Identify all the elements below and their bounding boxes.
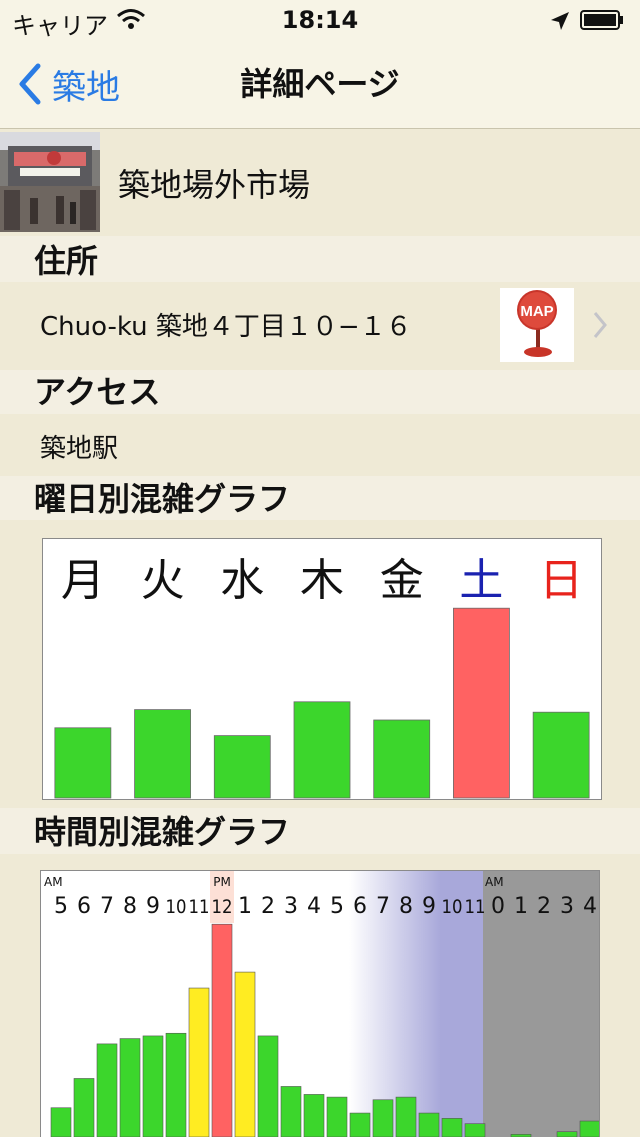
hourly-bar (50, 1107, 72, 1137)
location-arrow-icon (551, 12, 569, 30)
weekday-bar (213, 735, 271, 799)
hourly-label: 5 (54, 894, 68, 919)
weekday-chart: 月火水木金土日 (42, 538, 602, 800)
page-title: 詳細ページ (240, 65, 400, 103)
hourly-label: 3 (560, 894, 574, 919)
battery-icon (580, 10, 623, 30)
hourly-label: 3 (284, 894, 298, 919)
chevron-right-icon (593, 312, 607, 338)
place-header: 築地場外市場 (0, 130, 640, 234)
weekday-chart-svg: 月火水木金土日 (54, 555, 590, 799)
hourly-label: 7 (100, 894, 114, 919)
access-cell: 築地駅 (0, 414, 640, 474)
weekday-bar (373, 719, 431, 799)
weekday-label: 木 (300, 555, 344, 606)
period-label-am: AM (44, 875, 63, 889)
hourly-bar (395, 1096, 417, 1137)
weekday-label: 水 (220, 555, 264, 606)
weekday-bar (453, 607, 510, 799)
access-text: 築地駅 (40, 434, 119, 464)
hourly-label: 1 (238, 894, 252, 919)
hourly-label: 12 (212, 896, 233, 918)
hourly-label: 0 (491, 894, 505, 919)
hourly-bar (556, 1131, 578, 1137)
hourly-bar (303, 1094, 325, 1137)
hourly-bar (418, 1112, 440, 1137)
hourly-label: 7 (376, 894, 390, 919)
hourly-label: 2 (537, 894, 551, 919)
section-header-hourly: 時間別混雑グラフ (0, 808, 640, 854)
weekday-bar (293, 701, 351, 799)
period-label-am-2: AM (485, 875, 504, 889)
map-label: MAP (520, 303, 553, 320)
weekday-label: 日 (539, 555, 583, 606)
hourly-label: 4 (307, 894, 321, 919)
hourly-label: 1 (514, 894, 528, 919)
navigation-bar: 築地 詳細ページ (0, 40, 640, 129)
weekday-label: 火 (141, 555, 185, 606)
hourly-label: 4 (583, 894, 597, 919)
hourly-bar (119, 1038, 141, 1137)
section-header-weekday: 曜日別混雑グラフ (0, 476, 640, 520)
status-bar: キャリア 18:14 (0, 0, 640, 40)
weekday-label: 月 (61, 555, 105, 606)
hourly-bar (257, 1035, 279, 1137)
place-name: 築地場外市場 (118, 166, 311, 204)
hourly-label: 2 (261, 894, 275, 919)
hourly-bar (188, 987, 210, 1137)
hourly-bar (73, 1078, 95, 1137)
hourly-bar (579, 1120, 599, 1137)
section-header-address: 住所 (0, 236, 640, 282)
hourly-label: 9 (146, 894, 160, 919)
map-pin-icon[interactable]: MAP (500, 288, 574, 362)
hourly-label: 5 (330, 894, 344, 919)
hourly-label: 9 (422, 894, 436, 919)
period-label-pm: PM (213, 875, 231, 889)
hourly-label: 6 (353, 894, 367, 919)
hourly-bar (326, 1096, 348, 1137)
hourly-chart-svg: AM PM AM5 6 7 8 9 10 11 12 1 2 3 4 5 6 7 8 9 10 11 0 1 2 3 4 (44, 871, 599, 1137)
hourly-bar (372, 1099, 394, 1137)
weekday-bar (54, 727, 112, 799)
hourly-bar (96, 1043, 118, 1137)
weekday-bar (532, 711, 590, 799)
section-header-access: アクセス (0, 370, 640, 414)
hourly-label: 6 (77, 894, 91, 919)
weekday-label: 金 (380, 555, 424, 606)
hourly-bar (142, 1035, 164, 1137)
hourly-bar (441, 1118, 463, 1137)
hourly-bar (211, 923, 233, 1137)
hourly-bar (165, 1032, 187, 1137)
weekday-bar (134, 709, 191, 799)
hourly-label: 8 (123, 894, 137, 919)
hourly-label: 11 (465, 896, 486, 918)
clock: 18:14 (281, 6, 359, 34)
hourly-bar (464, 1123, 486, 1137)
hourly-chart: AM PM AM 5 6 7 8 9 10 11 12 1 2 3 4 5 6 7 8 9 10 11 0 1 2 3 4 (40, 870, 600, 1137)
weekday-label: 土 (459, 555, 503, 606)
hourly-label: 10 (442, 896, 463, 918)
place-photo[interactable] (0, 132, 100, 232)
hourly-label: 11 (189, 896, 210, 918)
address-cell[interactable]: Chuo-ku 築地４丁目１０−１６ MAP (0, 282, 640, 368)
hourly-bar (234, 971, 256, 1137)
hourly-bar (349, 1112, 371, 1137)
address-text: Chuo-ku 築地４丁目１０−１６ (40, 312, 412, 342)
hourly-bar (280, 1086, 302, 1137)
hourly-label: 8 (399, 894, 413, 919)
hourly-label: 10 (166, 896, 187, 918)
